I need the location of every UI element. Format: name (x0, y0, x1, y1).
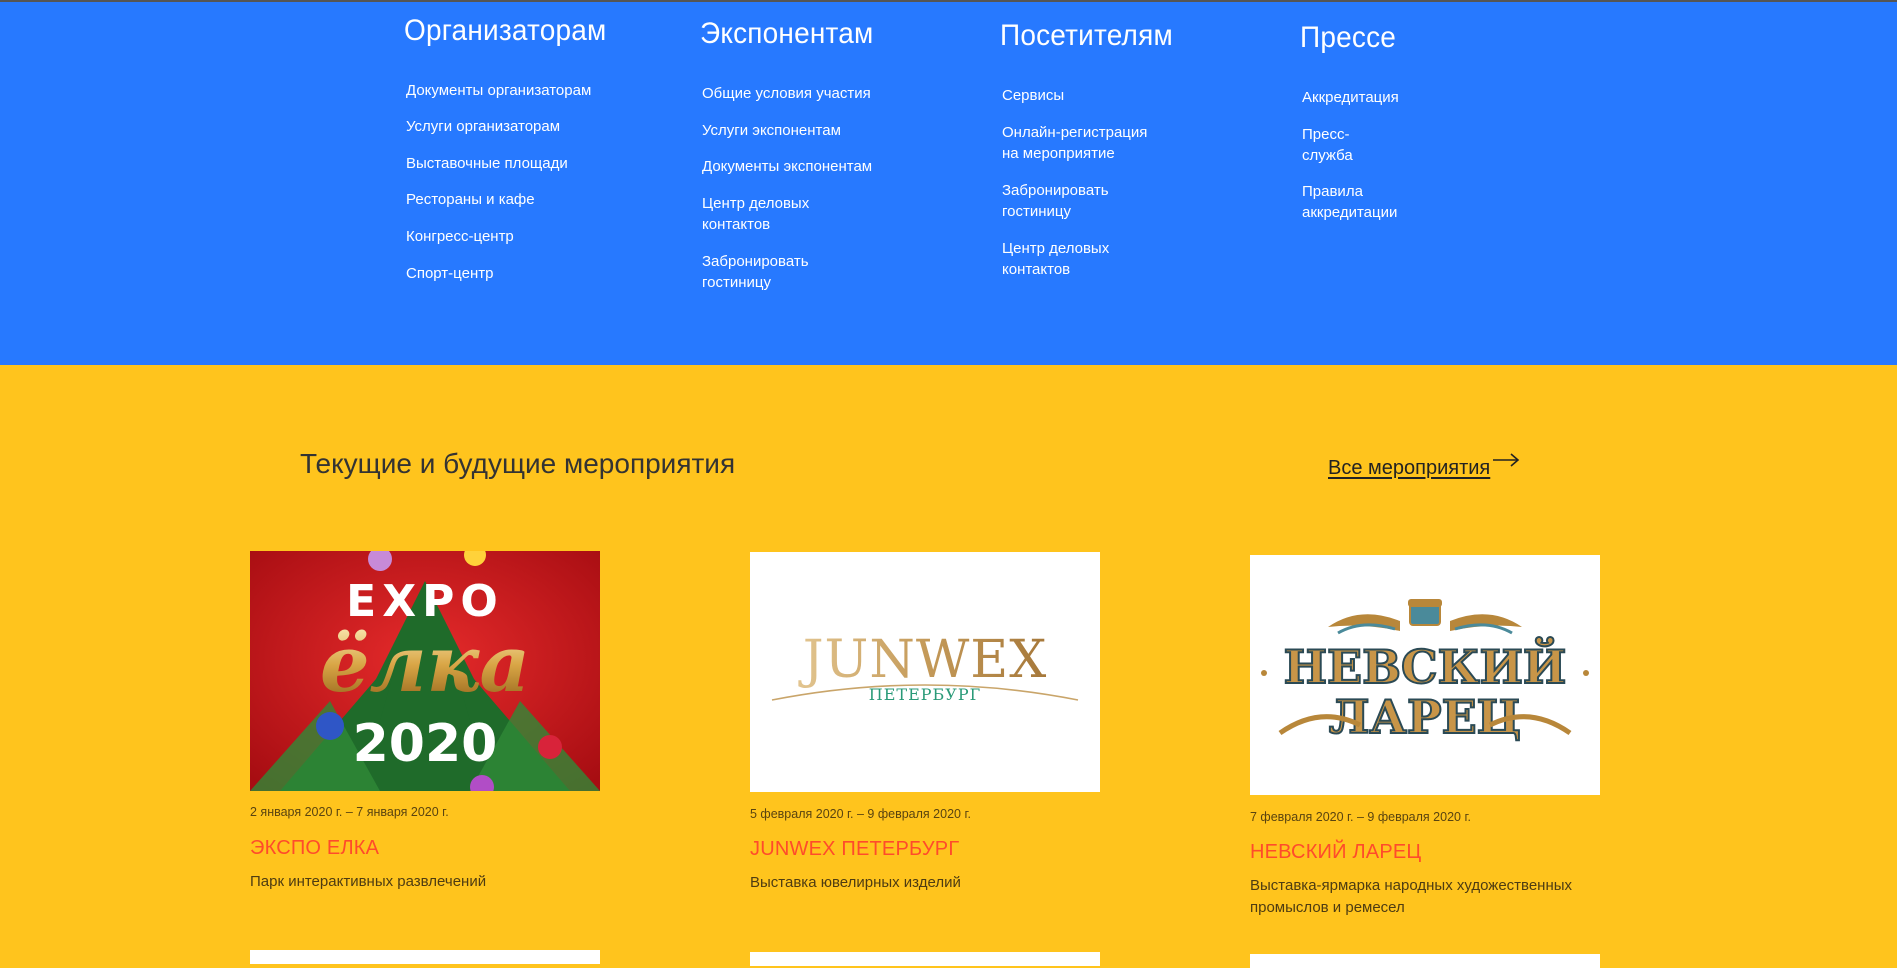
image-text: JUNWEX (798, 630, 1048, 690)
event-card-partial[interactable] (750, 952, 1100, 966)
nav-link[interactable]: Конгресс-центр (406, 226, 591, 247)
nav-link[interactable]: Услуги организаторам (406, 116, 591, 137)
nav-column-visitors: Посетителям Сервисы Онлайн-регистрация н… (1000, 19, 1173, 278)
event-card-partial[interactable] (1250, 954, 1600, 968)
event-title[interactable]: НЕВСКИЙ ЛАРЕЦ (1250, 841, 1421, 864)
event-image[interactable]: НЕВСКИЙ ЛАРЕЦ (1250, 555, 1600, 795)
nav-column-title: Экспонентам (700, 17, 874, 50)
event-image[interactable]: EXPO ёлка 2020 (250, 551, 600, 791)
image-text: ЛАРЕЦ (1329, 690, 1521, 744)
event-title[interactable]: ЭКСПО ЕЛКА (250, 837, 379, 860)
event-image[interactable]: JUNWEX ПЕТЕРБУРГ (750, 552, 1100, 792)
junwex-logo-image: JUNWEX ПЕТЕРБУРГ (750, 552, 1100, 792)
nav-column-organizers: Организаторам Документы организаторам Ус… (404, 14, 607, 282)
nav-link[interactable]: Документы экспонентам (702, 156, 873, 177)
image-text: ПЕТЕРБУРГ (869, 685, 981, 704)
footer-nav: Организаторам Документы организаторам Ус… (0, 0, 1897, 365)
all-events-link[interactable]: Все мероприятия (1328, 457, 1490, 480)
event-card-partial[interactable] (250, 950, 600, 964)
event-description: Выставка ювелирных изделий (750, 874, 961, 891)
event-title[interactable]: JUNWEX ПЕТЕРБУРГ (750, 838, 959, 861)
nav-link[interactable]: Правила аккредитации (1302, 181, 1399, 223)
image-text: НЕВСКИЙ (1284, 636, 1567, 694)
event-date: 5 февраля 2020 г. – 9 февраля 2020 г. (750, 807, 971, 821)
nav-link[interactable]: Пресс-служба (1302, 124, 1399, 166)
event-date: 2 января 2020 г. – 7 января 2020 г. (250, 805, 449, 819)
nav-column-title: Прессе (1300, 21, 1397, 54)
nav-column-title: Посетителям (1000, 19, 1173, 52)
expo-elka-image: EXPO ёлка 2020 (250, 551, 600, 791)
nav-link[interactable]: Аккредитация (1302, 87, 1399, 108)
nav-column-press: Прессе Аккредитация Пресс-служба Правила… (1300, 21, 1399, 221)
nav-link[interactable]: Рестораны и кафе (406, 189, 591, 210)
nav-link[interactable]: Центр деловых контактов (702, 193, 873, 235)
nav-link[interactable]: Общие условия участия (702, 83, 873, 104)
nav-column-exhibitors: Экспонентам Общие условия участия Услуги… (700, 17, 874, 291)
events-section-title: Текущие и будущие мероприятия (300, 448, 736, 479)
event-description: Парк интерактивных развлечений (250, 873, 487, 890)
nav-link[interactable]: на мероприятие (1002, 143, 1173, 164)
nav-link[interactable]: Спорт-центр (406, 263, 591, 284)
nav-link[interactable]: Центр деловых контактов (1002, 238, 1173, 280)
nevsky-larets-logo-image: НЕВСКИЙ ЛАРЕЦ (1250, 555, 1600, 795)
nav-column-title: Организаторам (404, 14, 607, 47)
nav-link[interactable]: Документы организаторам (406, 80, 591, 101)
nav-link[interactable]: Сервисы (1002, 85, 1173, 106)
nav-link[interactable]: Выставочные площади (406, 153, 591, 174)
nav-link[interactable]: Онлайн-регистрация (1002, 122, 1173, 143)
event-date: 7 февраля 2020 г. – 9 февраля 2020 г. (1250, 810, 1471, 824)
image-text: 2020 (353, 714, 498, 774)
event-description: Выставка-ярмарка народных художественных… (1250, 877, 1573, 916)
nav-link[interactable]: Услуги экспонентам (702, 120, 873, 141)
nav-link[interactable]: Забронировать гостиницу (702, 251, 873, 293)
arrow-right-icon[interactable] (1492, 452, 1520, 468)
nav-link[interactable]: Забронировать гостиницу (1002, 180, 1173, 222)
image-text: ёлка (320, 619, 530, 710)
